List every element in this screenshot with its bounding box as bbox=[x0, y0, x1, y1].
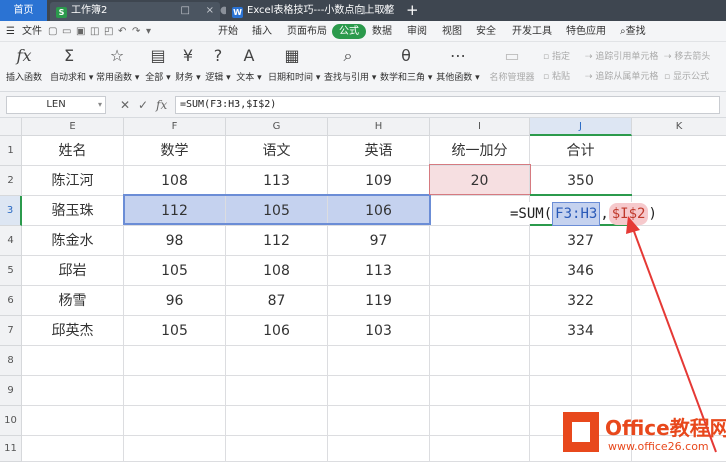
annotation-arrow bbox=[626, 216, 717, 453]
office-tutorial-logo: Office教程网 www.office26.com bbox=[563, 408, 726, 458]
office-logo-icon bbox=[563, 412, 599, 452]
arrow-head bbox=[626, 216, 640, 234]
logo-url: www.office26.com bbox=[608, 440, 709, 453]
logo-title: Office教程网 bbox=[605, 416, 726, 440]
